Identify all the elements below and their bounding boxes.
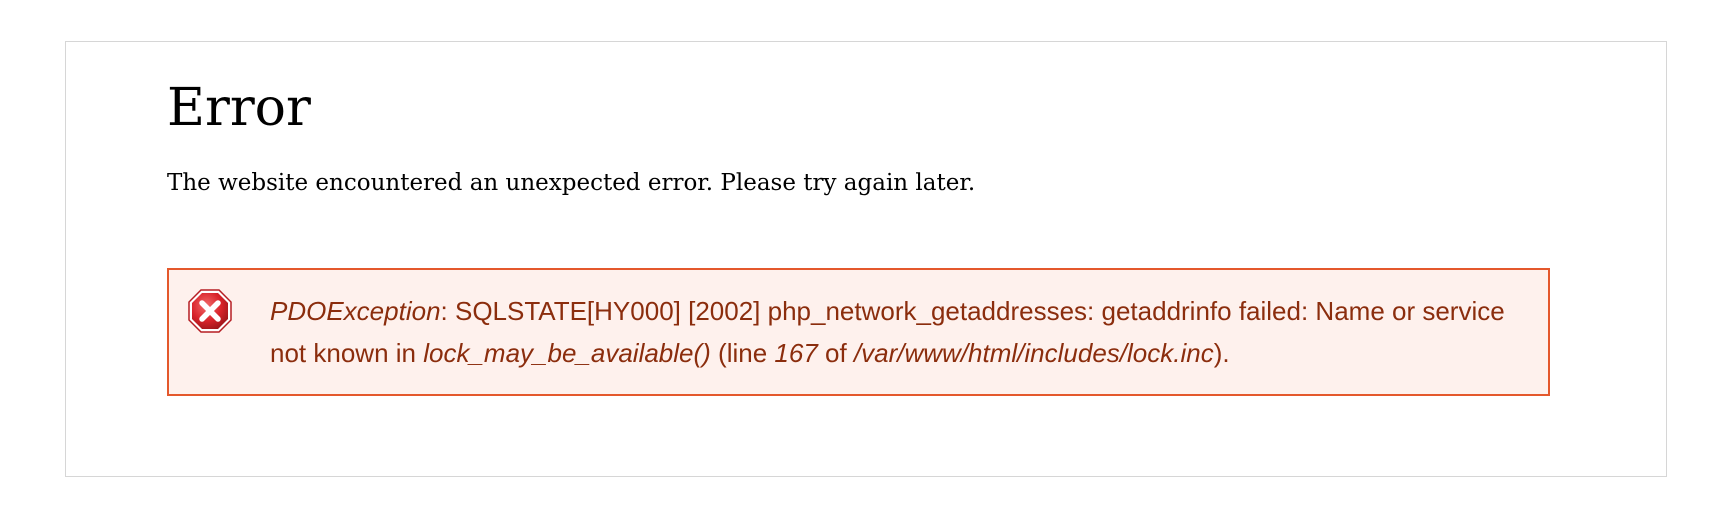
file-path: /var/www/html/includes/lock.inc xyxy=(853,338,1214,368)
exception-text: PDOException: SQLSTATE[HY000] [2002] php… xyxy=(270,290,1520,374)
error-message-box: PDOException: SQLSTATE[HY000] [2002] php… xyxy=(167,268,1550,396)
page-frame: Error The website encountered an unexpec… xyxy=(65,41,1667,477)
page-title: Error xyxy=(167,78,311,138)
of-text: of xyxy=(817,338,854,368)
function-name: lock_may_be_available() xyxy=(423,338,711,368)
line-prefix: (line xyxy=(710,338,775,368)
error-suffix: ). xyxy=(1213,338,1230,368)
exception-class: PDOException xyxy=(270,296,441,326)
line-number: 167 xyxy=(774,338,818,368)
error-x-icon xyxy=(187,288,233,334)
error-description: The website encountered an unexpected er… xyxy=(167,170,976,196)
